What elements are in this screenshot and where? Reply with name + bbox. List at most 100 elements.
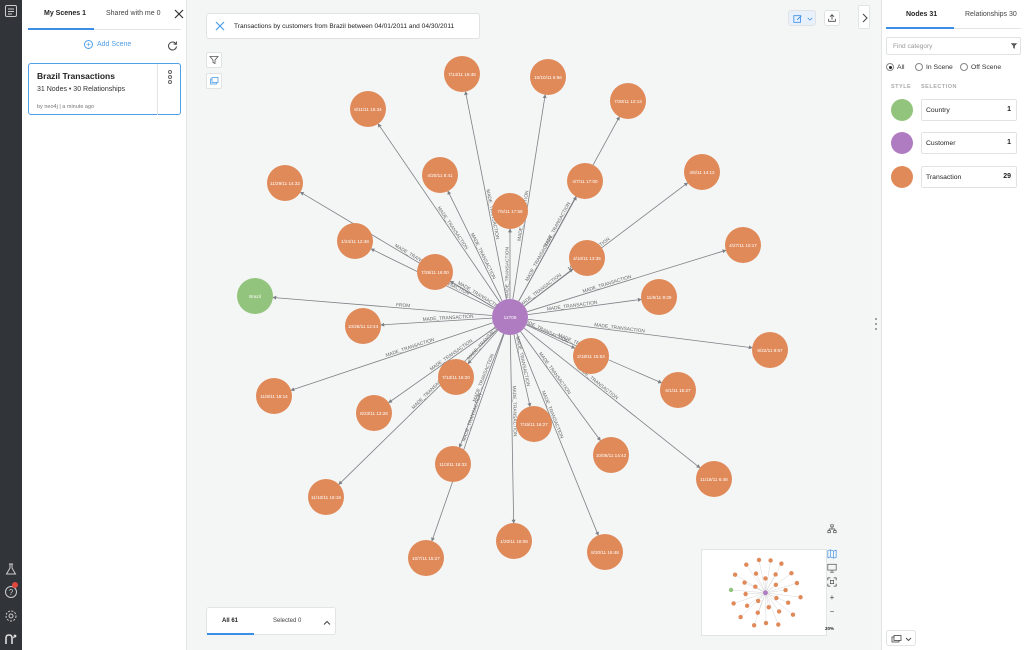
edge-label: MADE_TRANSACTION bbox=[423, 314, 475, 323]
category-filter-input[interactable]: Find category bbox=[886, 37, 1021, 55]
category-item[interactable]: Country 1 bbox=[921, 99, 1017, 121]
category-color-swatch[interactable] bbox=[891, 99, 913, 121]
minimap-node[interactable] bbox=[766, 605, 771, 610]
radio-in-scene[interactable]: In Scene bbox=[915, 63, 953, 71]
hierarchy-layout-icon[interactable] bbox=[825, 524, 839, 536]
minimap[interactable] bbox=[701, 549, 827, 636]
minimap-node[interactable] bbox=[783, 587, 788, 593]
category-item[interactable]: Customer 1 bbox=[921, 132, 1017, 154]
customer-node-label: 12709 bbox=[504, 315, 517, 320]
scene-card[interactable]: Brazil Transactions 31 Nodes • 30 Relati… bbox=[28, 63, 181, 115]
minimap-node[interactable] bbox=[798, 595, 803, 600]
minimap-node[interactable] bbox=[755, 598, 761, 604]
query-bar[interactable]: Transactions by customers from Brazil be… bbox=[206, 13, 480, 39]
nodes[interactable]: 7/14/11 16:46 10/10/11 6:56 8/11/11 15:34 7… bbox=[237, 56, 788, 576]
category-row-country[interactable]: Country 1 bbox=[891, 99, 1019, 121]
refresh-icon[interactable] bbox=[167, 40, 178, 51]
minimap-edge[interactable] bbox=[740, 592, 766, 618]
minimap-node[interactable] bbox=[743, 591, 748, 597]
radio-off-scene[interactable]: Off Scene bbox=[960, 63, 1001, 71]
edge-label: MADE_TRANSACTION bbox=[385, 337, 436, 359]
minimap-node[interactable] bbox=[744, 562, 749, 567]
minimap-node[interactable] bbox=[751, 623, 757, 628]
export-button[interactable] bbox=[824, 10, 840, 26]
edge-label: MADE_TRANSACTION bbox=[537, 351, 572, 396]
transaction-node-label: 4/20/11 8:41 bbox=[427, 173, 453, 178]
minimap-node[interactable] bbox=[789, 571, 794, 576]
transaction-node-label: 11/6/11 9:29 bbox=[647, 295, 672, 300]
layers-dropdown-button[interactable] bbox=[886, 630, 916, 646]
transaction-node-label: 10/10/11 6:56 bbox=[534, 75, 562, 80]
graph-canvas[interactable]: FROM MADE_TRANSACTION MADE_TRANSACTION MADE… bbox=[188, 0, 871, 650]
gear-icon[interactable] bbox=[4, 609, 18, 623]
minimap-node[interactable] bbox=[773, 572, 778, 577]
zoom-out-icon[interactable]: − bbox=[825, 607, 839, 619]
active-tab-indicator bbox=[886, 27, 954, 29]
category-row-transaction[interactable]: Transaction 29 bbox=[891, 166, 1019, 188]
radio-all[interactable]: All bbox=[886, 63, 905, 71]
edge-label: MADE_TRANSACTION bbox=[582, 274, 633, 295]
edge-label: MADE_TRANSACTION bbox=[505, 246, 511, 297]
neo4j-logo-icon[interactable] bbox=[4, 632, 18, 646]
minimap-node[interactable] bbox=[753, 571, 759, 576]
minimap-node[interactable] bbox=[785, 600, 791, 605]
edit-style-button[interactable] bbox=[788, 10, 816, 26]
zoom-in-icon[interactable]: + bbox=[825, 593, 839, 605]
scenes-icon[interactable] bbox=[4, 4, 18, 18]
category-item[interactable]: Transaction 29 bbox=[921, 166, 1017, 188]
transaction-node-label: 7/5/11 17:59 bbox=[497, 209, 523, 214]
active-tab-indicator bbox=[28, 28, 94, 30]
minimap-node[interactable] bbox=[779, 561, 784, 566]
category-color-swatch[interactable] bbox=[891, 166, 913, 188]
minimap-edge[interactable] bbox=[753, 592, 766, 626]
layers-icon[interactable] bbox=[206, 73, 222, 89]
tab-relationships[interactable]: Relationships 30 bbox=[965, 11, 1017, 18]
minimap-edge[interactable] bbox=[747, 592, 766, 606]
minimap-node[interactable] bbox=[763, 620, 769, 626]
minimap-node[interactable] bbox=[756, 557, 762, 563]
category-color-swatch[interactable] bbox=[891, 132, 913, 154]
resize-handle[interactable] bbox=[874, 318, 878, 332]
clear-query-icon[interactable] bbox=[215, 21, 225, 31]
collapse-panel-button[interactable] bbox=[858, 5, 870, 29]
minimap-node[interactable] bbox=[790, 612, 796, 617]
minimap-node[interactable] bbox=[732, 572, 738, 577]
minimap-node[interactable] bbox=[776, 622, 781, 627]
minimap-node[interactable] bbox=[744, 603, 750, 608]
minimap-node[interactable] bbox=[753, 584, 758, 589]
minimap-edge[interactable] bbox=[765, 592, 767, 624]
chevron-right-icon bbox=[862, 13, 868, 23]
close-icon[interactable] bbox=[173, 8, 185, 20]
minimap-node[interactable] bbox=[763, 590, 768, 596]
tab-shared-with-me[interactable]: Shared with me 0 bbox=[106, 10, 160, 17]
radio-label: All bbox=[897, 63, 905, 71]
presentation-icon[interactable] bbox=[825, 563, 839, 575]
from-edge[interactable] bbox=[272, 295, 493, 316]
category-row-customer[interactable]: Customer 1 bbox=[891, 132, 1019, 154]
minimap-node[interactable] bbox=[776, 609, 782, 614]
tab-my-scenes[interactable]: My Scenes 1 bbox=[44, 10, 86, 17]
chevron-up-icon[interactable] bbox=[323, 618, 331, 626]
tab-selected[interactable]: Selected 0 bbox=[273, 618, 301, 624]
tab-nodes[interactable]: Nodes 31 bbox=[906, 11, 937, 18]
minimap-node[interactable] bbox=[773, 582, 779, 588]
minimap-node[interactable] bbox=[768, 558, 773, 563]
add-scene-button[interactable]: + Add Scene bbox=[84, 40, 131, 49]
tab-all[interactable]: All 61 bbox=[222, 618, 238, 624]
flask-icon[interactable] bbox=[4, 562, 18, 576]
map-icon[interactable] bbox=[825, 549, 839, 561]
more-options-icon[interactable] bbox=[157, 64, 181, 115]
minimap-node[interactable] bbox=[755, 610, 760, 615]
fit-to-screen-icon[interactable] bbox=[825, 577, 839, 589]
minimap-node[interactable] bbox=[794, 580, 800, 586]
minimap-node[interactable] bbox=[738, 614, 743, 620]
minimap-node[interactable] bbox=[728, 587, 734, 593]
minimap-node[interactable] bbox=[774, 595, 779, 601]
zoom-level: 20% bbox=[825, 626, 835, 631]
filter-icon[interactable] bbox=[206, 52, 222, 68]
minimap-node[interactable] bbox=[742, 580, 747, 585]
minimap-node[interactable] bbox=[763, 576, 768, 581]
minimap-node[interactable] bbox=[731, 601, 736, 606]
transaction-node-label: 7/13/11 16:20 bbox=[442, 375, 470, 380]
edge-label: MADE_TRANSACTION bbox=[511, 386, 518, 438]
